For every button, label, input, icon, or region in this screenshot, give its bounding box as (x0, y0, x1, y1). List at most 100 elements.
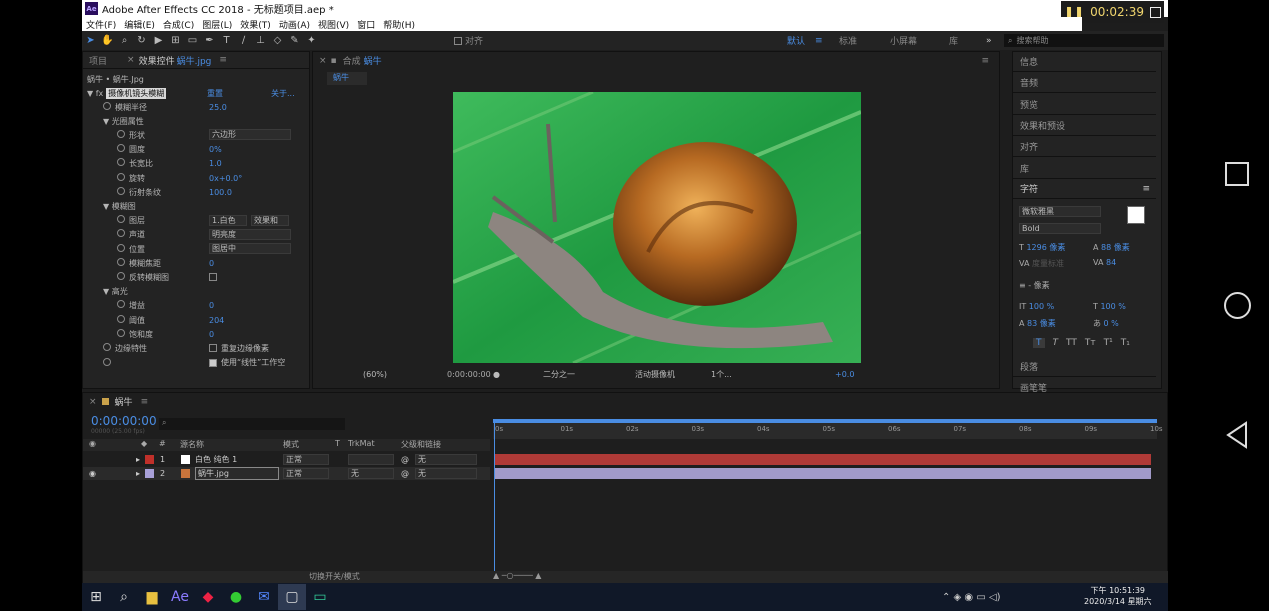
recent-apps-button[interactable] (1225, 162, 1249, 186)
views-dropdown[interactable]: 1个... (711, 369, 732, 380)
effect-prop-row[interactable]: 圆度 0% (83, 143, 309, 157)
layer-name[interactable]: 白色 纯色 1 (195, 454, 237, 465)
active-window-icon[interactable]: ▢ (278, 584, 306, 610)
tab-effect-controls[interactable]: 效果控件 (139, 54, 175, 67)
stopwatch-icon[interactable] (117, 158, 125, 167)
all-caps-button[interactable]: TT (1066, 338, 1077, 348)
fill-color-swatch[interactable] (1127, 206, 1145, 224)
eye-icon[interactable]: ◉ (89, 439, 96, 448)
stopwatch-icon[interactable] (117, 144, 125, 153)
subscript-button[interactable]: T₁ (1121, 338, 1130, 348)
timecode-display[interactable]: 0:00:00:00 (447, 370, 491, 379)
search-icon[interactable]: ⌕ (110, 584, 138, 610)
effect-prop-row[interactable]: 使用“线性”工作空 (83, 356, 309, 370)
prop-value[interactable]: 1.白色 (209, 214, 247, 226)
menu-layer[interactable]: 图层(L) (198, 18, 236, 31)
right-panel-item[interactable]: 对齐 (1013, 137, 1156, 158)
lock-icon[interactable]: ▪ (331, 56, 337, 66)
more-workspaces-icon[interactable]: » (986, 31, 992, 50)
effect-prop-row[interactable]: 模糊半径 25.0 (83, 100, 309, 114)
brush-tool-icon[interactable]: ∕ (235, 35, 252, 46)
prop-value[interactable]: 明亮度 (209, 228, 291, 240)
effect-prop-row[interactable]: 阈值 204 (83, 313, 309, 327)
effect-prop-row[interactable]: 声道 明亮度 (83, 228, 309, 242)
layer-trkmat-dropdown[interactable]: 无 (348, 468, 394, 479)
effect-prop-row[interactable]: 反转模糊图 (83, 270, 309, 284)
time-ruler[interactable]: 0s 01s 02s 03s 04s 05s 06s 07s 08s 09s 10s (493, 423, 1163, 439)
puppet-tool-icon[interactable]: ✦ (303, 35, 320, 46)
effect-prop-row[interactable]: 位置 图居中 (83, 242, 309, 256)
horizontal-scale-field[interactable]: T 100 % (1093, 302, 1126, 311)
pan-behind-tool-icon[interactable]: ⊞ (167, 35, 184, 46)
about-link[interactable]: 关于... (271, 88, 295, 99)
panel-menu-icon[interactable]: ≡ (219, 55, 227, 65)
expand-arrow-icon[interactable]: ▸ (136, 455, 140, 464)
comp-subtab[interactable]: 蜗牛 (327, 72, 367, 85)
toggle-switches-modes[interactable]: 切换开关/模式 (309, 571, 360, 582)
stopwatch-icon[interactable] (117, 300, 125, 309)
effect-name[interactable]: 摄像机镜头模糊 (106, 87, 167, 99)
prop-value[interactable]: 重复边缘像素 (221, 343, 269, 354)
workspace-standard[interactable]: 标准 (839, 31, 857, 50)
screen-recorder-icon[interactable]: ▭ (306, 584, 334, 610)
leading-field[interactable]: A 88 像素 (1093, 242, 1130, 253)
close-icon[interactable]: × (319, 56, 327, 66)
effect-prop-row[interactable]: 衍射条纹 100.0 (83, 185, 309, 199)
effect-prop-row[interactable]: 图层 1.白色 效果和 (83, 214, 309, 228)
stopwatch-icon[interactable] (117, 271, 125, 280)
layer-row[interactable]: ◉ ▸ 2 蜗牛.jpg 正常 无 @ 无 (83, 467, 490, 480)
menu-edit[interactable]: 编辑(E) (120, 18, 159, 31)
camera-tool-icon[interactable]: ▶ (150, 35, 167, 46)
prop-value[interactable]: 0% (209, 145, 222, 154)
exposure-value[interactable]: +0.0 (835, 370, 854, 379)
after-effects-taskbar-icon[interactable]: Ae (166, 584, 194, 610)
pen-tool-icon[interactable]: ✒ (201, 35, 218, 46)
col-parent[interactable]: 父级和链接 (401, 439, 441, 450)
stopwatch-icon[interactable] (103, 101, 111, 110)
stroke-width-field[interactable]: ≡ - 像素 (1019, 280, 1050, 291)
tsume-field[interactable]: あ 0 % (1093, 318, 1119, 329)
effect-prop-row[interactable]: ▼ 光圈属性 (83, 114, 309, 128)
effect-prop-row[interactable]: ▼ 模糊图 (83, 199, 309, 213)
stopwatch-icon[interactable] (117, 314, 125, 323)
prop-value[interactable]: 六边形 (209, 129, 291, 141)
menu-file[interactable]: 文件(F) (82, 18, 120, 31)
prop-value[interactable]: 图居中 (209, 243, 291, 254)
layer-mode-dropdown[interactable]: 正常 (283, 468, 329, 479)
checkbox[interactable] (209, 344, 217, 353)
active-camera-dropdown[interactable]: 活动摄像机 (635, 369, 675, 380)
right-panel-item[interactable]: 效果和预设 (1013, 116, 1156, 136)
vertical-scale-field[interactable]: IT 100 % (1019, 302, 1054, 311)
col-mode[interactable]: 模式 (283, 439, 299, 450)
effect-prop-row[interactable]: ▼ 高光 (83, 285, 309, 299)
prop-value[interactable]: 204 (209, 316, 224, 325)
stop-icon[interactable] (1150, 6, 1161, 18)
magnification-dropdown[interactable]: (60%) (363, 370, 387, 379)
work-area-bar[interactable] (493, 419, 1157, 423)
reset-link[interactable]: 重置 (207, 88, 223, 99)
panel-menu-icon[interactable]: ≡ (981, 56, 989, 66)
close-icon[interactable]: × (127, 55, 135, 65)
layer-parent-dropdown[interactable]: 无 (415, 454, 477, 465)
zoom-tool-icon[interactable]: ⌕ (116, 35, 133, 46)
tracking-field[interactable]: VA 84 (1093, 258, 1116, 267)
stopwatch-icon[interactable] (117, 129, 125, 138)
faux-italic-button[interactable]: T (1053, 338, 1059, 348)
windows-start-icon[interactable]: ⊞ (82, 584, 110, 610)
label-icon[interactable]: ◆ (141, 439, 147, 448)
mail-icon[interactable]: ✉ (250, 584, 278, 610)
parent-pickwhip-icon[interactable]: @ (401, 469, 409, 478)
stopwatch-icon[interactable] (117, 328, 125, 337)
clone-tool-icon[interactable]: ⊥ (252, 35, 269, 46)
hand-tool-icon[interactable]: ✋ (99, 35, 116, 46)
effect-prop-row[interactable]: 饱和度 0 (83, 327, 309, 341)
layer-duration-bar[interactable] (495, 468, 1151, 479)
browser-icon[interactable]: ● (222, 584, 250, 610)
home-button[interactable] (1224, 292, 1251, 319)
menu-window[interactable]: 窗口 (353, 18, 379, 31)
file-explorer-icon[interactable]: ▆ (138, 584, 166, 610)
checkbox[interactable] (209, 273, 217, 282)
prop-value[interactable]: 100.0 (209, 188, 232, 197)
font-style-dropdown[interactable]: Bold (1019, 223, 1101, 234)
effect-prop-row[interactable]: 形状 六边形 (83, 128, 309, 142)
